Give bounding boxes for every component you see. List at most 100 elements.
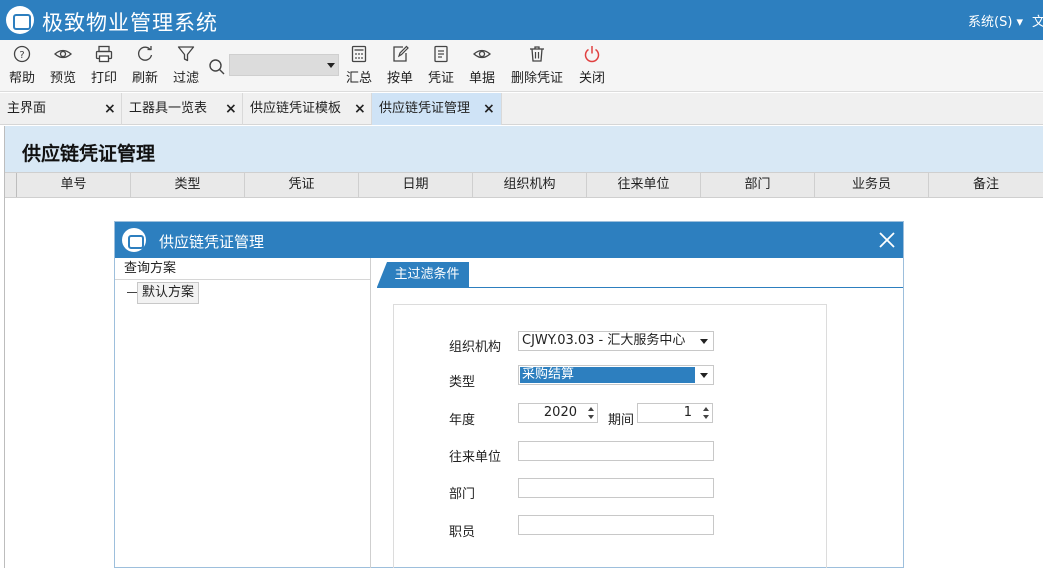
- app-titlebar: 极致物业管理系统 系统(S) ▾ 文: [0, 0, 1043, 40]
- chevron-up-icon[interactable]: [703, 407, 709, 411]
- summary-button[interactable]: 汇总: [344, 44, 374, 88]
- print-button[interactable]: 打印: [89, 44, 119, 88]
- summary-label: 汇总: [345, 71, 372, 86]
- tab-close-icon[interactable]: ×: [225, 93, 237, 125]
- partner-label: 往来单位: [449, 450, 502, 465]
- chevron-down-icon: [327, 63, 335, 68]
- help-icon: ?: [13, 45, 31, 63]
- more-menu[interactable]: 文: [1032, 11, 1043, 30]
- by-document-button[interactable]: 按单: [385, 44, 415, 88]
- system-menu-label: 系统(S): [968, 15, 1013, 30]
- tab-main-filter[interactable]: 主过滤条件: [377, 262, 469, 287]
- period-value: 1: [683, 405, 692, 420]
- column-header-type[interactable]: 类型: [131, 173, 245, 197]
- by-document-label: 按单: [386, 71, 413, 86]
- refresh-label: 刷新: [131, 71, 158, 86]
- column-header-number[interactable]: 单号: [17, 173, 131, 197]
- column-header-date[interactable]: 日期: [359, 173, 473, 197]
- period-label: 期间: [608, 413, 635, 428]
- voucher-icon: [434, 45, 448, 63]
- chevron-down-icon: [700, 373, 708, 378]
- app-logo-icon: [122, 228, 146, 252]
- voucher-label: 凭证: [427, 71, 454, 86]
- trash-icon: [530, 46, 544, 62]
- document-button[interactable]: 单据: [467, 44, 497, 88]
- chevron-down-icon: [700, 339, 708, 344]
- period-stepper[interactable]: 1: [637, 403, 713, 423]
- tab-label: 工器具一览表: [129, 101, 208, 116]
- refresh-button[interactable]: 刷新: [130, 44, 160, 88]
- system-menu[interactable]: 系统(S) ▾: [968, 11, 1023, 30]
- voucher-button[interactable]: 凭证: [426, 44, 456, 88]
- close-icon[interactable]: [877, 230, 897, 250]
- column-header-partner[interactable]: 往来单位: [587, 173, 701, 197]
- filter-form: 组织机构 CJWY.03.03 - 汇大服务中心 类型 采购结算 年度 2020…: [393, 304, 827, 568]
- help-label: 帮助: [8, 71, 35, 86]
- voucher-management-dialog: 供应链凭证管理 查询方案 默认方案 主过滤条件 组织机构 CJWY.03.03 …: [114, 221, 904, 568]
- org-label: 组织机构: [449, 340, 502, 355]
- column-header-organization[interactable]: 组织机构: [473, 173, 587, 197]
- query-plan-header: 查询方案: [115, 258, 370, 280]
- toolbar: ? 帮助 预览 打印 刷新 过滤 汇总 按单 凭证 单据 删除凭证 关闭: [0, 40, 1043, 92]
- preview-label: 预览: [49, 71, 76, 86]
- close-label: 关闭: [578, 71, 605, 86]
- org-select-value: CJWY.03.03 - 汇大服务中心: [522, 333, 686, 348]
- delete-voucher-label: 删除凭证: [510, 71, 563, 86]
- filter-button[interactable]: 过滤: [171, 44, 201, 88]
- tab-tool-list[interactable]: 工器具一览表 ×: [122, 93, 243, 125]
- type-label: 类型: [449, 375, 476, 390]
- search-icon[interactable]: [208, 58, 226, 76]
- edit-document-icon: [393, 45, 409, 62]
- tab-label: 供应链凭证管理: [379, 101, 471, 116]
- department-input[interactable]: [518, 478, 714, 498]
- page-header: 供应链凭证管理: [5, 126, 1043, 172]
- filter-label: 过滤: [172, 71, 199, 86]
- page-title: 供应链凭证管理: [22, 143, 156, 165]
- column-header-remarks[interactable]: 备注: [929, 173, 1043, 197]
- chevron-up-icon[interactable]: [588, 407, 594, 411]
- column-header-department[interactable]: 部门: [701, 173, 815, 197]
- type-select[interactable]: 采购结算: [518, 365, 714, 385]
- partner-input[interactable]: [518, 441, 714, 461]
- app-logo-icon: [6, 6, 34, 34]
- column-header-voucher[interactable]: 凭证: [245, 173, 359, 197]
- year-value: 2020: [543, 405, 577, 420]
- type-select-value: 采购结算: [520, 367, 695, 383]
- power-icon: [584, 46, 600, 63]
- tab-bar: 主界面 × 工器具一览表 × 供应链凭证模板 × 供应链凭证管理 ×: [0, 93, 1043, 125]
- staff-label: 职员: [449, 525, 476, 540]
- search-combo[interactable]: [229, 54, 339, 76]
- filter-area: 主过滤条件 组织机构 CJWY.03.03 - 汇大服务中心 类型 采购结算 年…: [377, 258, 903, 568]
- svg-text:?: ?: [19, 50, 24, 61]
- grid-header: 单号 类型 凭证 日期 组织机构 往来单位 部门 业务员 备注: [5, 172, 1043, 198]
- tab-main[interactable]: 主界面 ×: [0, 93, 122, 125]
- tab-close-icon[interactable]: ×: [354, 93, 366, 125]
- tab-label: 主界面: [7, 101, 47, 116]
- grid-corner: [5, 173, 17, 197]
- default-plan-item[interactable]: 默认方案: [137, 282, 200, 304]
- chevron-down-icon[interactable]: [588, 415, 594, 419]
- tab-voucher-template[interactable]: 供应链凭证模板 ×: [243, 93, 372, 125]
- tab-close-icon[interactable]: ×: [104, 93, 116, 125]
- delete-voucher-button[interactable]: 删除凭证: [509, 44, 565, 88]
- refresh-icon: [137, 46, 153, 61]
- close-button[interactable]: 关闭: [577, 44, 607, 88]
- staff-input[interactable]: [518, 515, 714, 535]
- filter-icon: [177, 46, 195, 62]
- calculator-icon: [351, 45, 367, 63]
- column-header-salesperson[interactable]: 业务员: [815, 173, 929, 197]
- tab-underline: [377, 287, 903, 288]
- eye-icon: [473, 49, 491, 59]
- chevron-down-icon[interactable]: [703, 415, 709, 419]
- tab-voucher-management[interactable]: 供应链凭证管理 ×: [372, 93, 502, 125]
- dialog-title: 供应链凭证管理: [159, 233, 265, 251]
- year-stepper[interactable]: 2020: [518, 403, 598, 423]
- tab-close-icon[interactable]: ×: [483, 93, 495, 125]
- preview-button[interactable]: 预览: [48, 44, 78, 88]
- help-button[interactable]: ? 帮助: [8, 44, 36, 88]
- year-label: 年度: [449, 413, 476, 428]
- tree-connector: [127, 292, 137, 293]
- org-select[interactable]: CJWY.03.03 - 汇大服务中心: [518, 331, 714, 351]
- document-label: 单据: [468, 71, 495, 86]
- department-label: 部门: [449, 487, 476, 502]
